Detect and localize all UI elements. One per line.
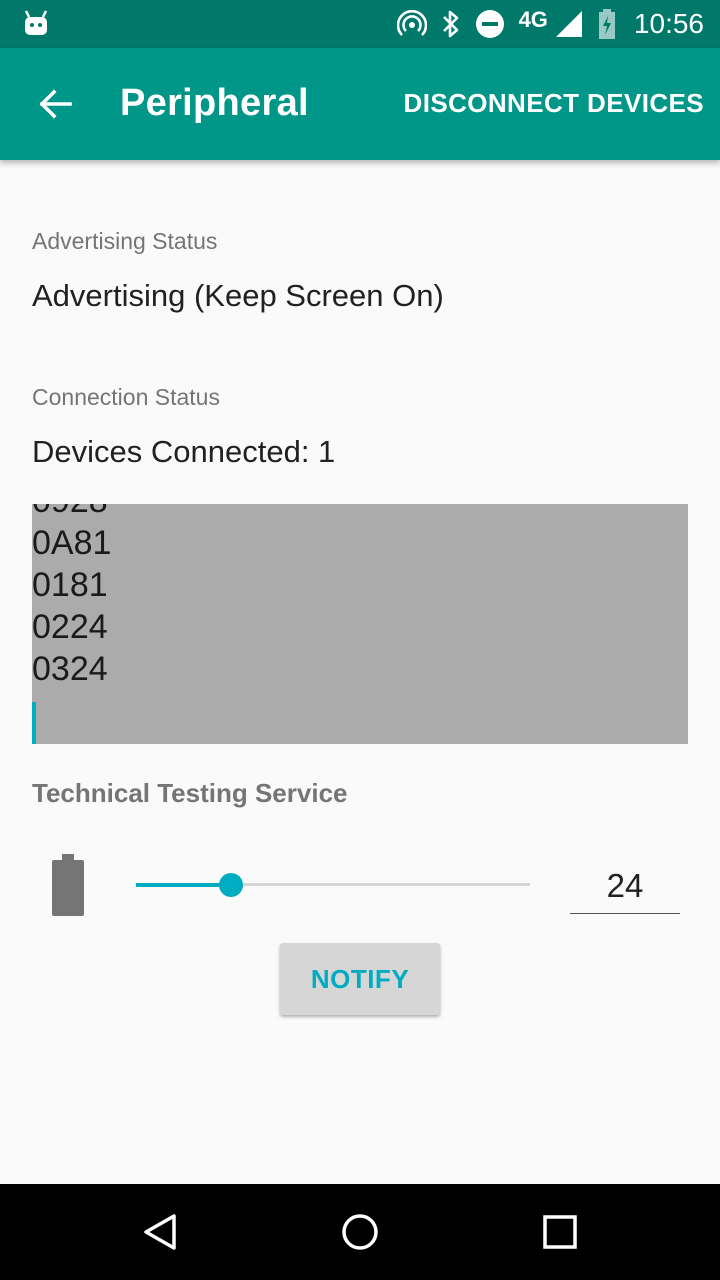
log-text-area[interactable]: 0928 0A81 0181 0224 0324: [32, 504, 688, 744]
network-type-label: 4G: [518, 7, 548, 32]
advertising-status-label: Advertising Status: [32, 228, 218, 254]
page-title: Peripheral: [120, 82, 309, 124]
log-line: 0324: [32, 650, 108, 688]
advertising-status-value: Advertising (Keep Screen On): [32, 278, 444, 313]
app-bar: Peripheral DISCONNECT DEVICES: [0, 48, 720, 160]
value-slider[interactable]: [136, 868, 530, 902]
signal-icon: [555, 11, 582, 37]
back-triangle-icon[interactable]: [136, 1208, 184, 1256]
log-line: 0928: [32, 504, 111, 522]
text-cursor: [32, 702, 36, 744]
status-bar: 4G 10:56: [0, 0, 720, 48]
log-line: 0224: [32, 608, 108, 646]
android-icon: [24, 10, 48, 35]
clock: 10:56: [633, 8, 704, 39]
battery-icon: [52, 854, 84, 916]
slider-fill: [136, 883, 231, 887]
battery-charging-icon: [598, 9, 615, 39]
connection-status-value: Devices Connected: 1: [32, 434, 336, 469]
notify-button[interactable]: NOTIFY: [280, 943, 440, 1015]
arrow-back-icon[interactable]: [36, 84, 76, 124]
slider-thumb[interactable]: [218, 873, 243, 897]
connection-status-label: Connection Status: [32, 384, 220, 410]
log-line: 0181: [32, 566, 108, 604]
home-circle-icon[interactable]: [336, 1208, 384, 1256]
bluetooth-icon: [442, 10, 458, 38]
disconnect-devices-button[interactable]: DISCONNECT DEVICES: [404, 88, 704, 119]
service-title: Technical Testing Service: [32, 778, 348, 808]
do-not-disturb-icon: [475, 10, 504, 38]
value-input[interactable]: 24: [570, 862, 680, 914]
recents-square-icon[interactable]: [536, 1208, 584, 1256]
log-lines: 0928 0A81 0181 0224 0324: [32, 504, 111, 690]
hotspot-icon: [396, 9, 427, 36]
navigation-bar: [0, 1184, 720, 1280]
log-line: 0A81: [32, 524, 112, 562]
